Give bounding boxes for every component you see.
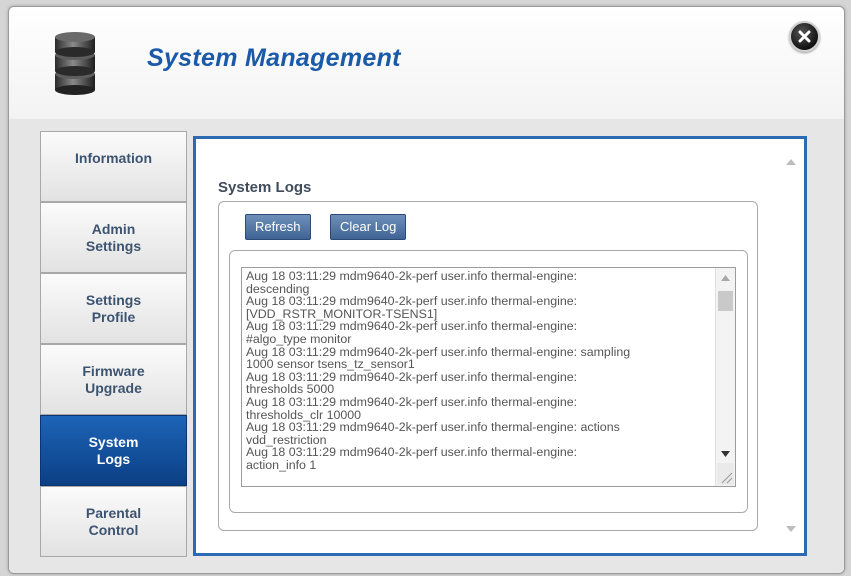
sidebar-item-information[interactable]: Information: [40, 131, 187, 202]
log-frame: Aug 18 03:11:29 mdm9640-2k-perf user.inf…: [229, 250, 748, 513]
system-logs-panel: System Logs Refresh Clear Log Aug 18 03:…: [193, 136, 807, 556]
refresh-button[interactable]: Refresh: [245, 214, 311, 240]
resize-grip-icon[interactable]: [717, 463, 734, 485]
sidebar-item-system-logs[interactable]: System Logs: [40, 415, 187, 486]
log-scroll-thumb[interactable]: [718, 291, 733, 311]
system-management-window: System Management Information Admin Sett…: [8, 6, 845, 574]
sidebar-item-firmware-upgrade[interactable]: Firmware Upgrade: [40, 344, 187, 415]
close-icon: [798, 30, 811, 43]
log-text: Aug 18 03:11:29 mdm9640-2k-perf user.inf…: [246, 269, 631, 472]
sidebar-item-parental-control[interactable]: Parental Control: [40, 486, 187, 557]
window-header: System Management: [9, 7, 844, 119]
window-title: System Management: [147, 44, 401, 72]
clear-log-button[interactable]: Clear Log: [330, 214, 407, 240]
sidebar-item-label: Firmware Upgrade: [82, 362, 145, 396]
sidebar-item-label: Settings Profile: [85, 291, 142, 325]
scroll-up-icon[interactable]: [721, 275, 730, 281]
sidebar-item-admin-settings[interactable]: Admin Settings: [40, 202, 187, 273]
section-title: System Logs: [218, 179, 312, 196]
logs-fieldset: Refresh Clear Log Aug 18 03:11:29 mdm964…: [218, 201, 758, 531]
sidebar-item-label: Admin Settings: [85, 220, 142, 254]
close-button[interactable]: [789, 21, 820, 52]
scroll-down-icon[interactable]: [786, 526, 796, 532]
database-icon: [55, 32, 95, 95]
sidebar-item-label: Parental Control: [85, 504, 142, 538]
scroll-up-icon[interactable]: [786, 159, 796, 165]
scroll-down-icon[interactable]: [721, 451, 730, 457]
content-scrollbar[interactable]: [784, 159, 800, 539]
log-textarea[interactable]: Aug 18 03:11:29 mdm9640-2k-perf user.inf…: [241, 267, 736, 487]
sidebar-item-label: Information: [75, 150, 152, 166]
sidebar-item-label: System Logs: [88, 433, 139, 467]
sidebar-item-settings-profile[interactable]: Settings Profile: [40, 273, 187, 344]
log-scrollbar[interactable]: [715, 268, 735, 486]
window-body: Information Admin Settings Settings Prof…: [9, 119, 844, 573]
